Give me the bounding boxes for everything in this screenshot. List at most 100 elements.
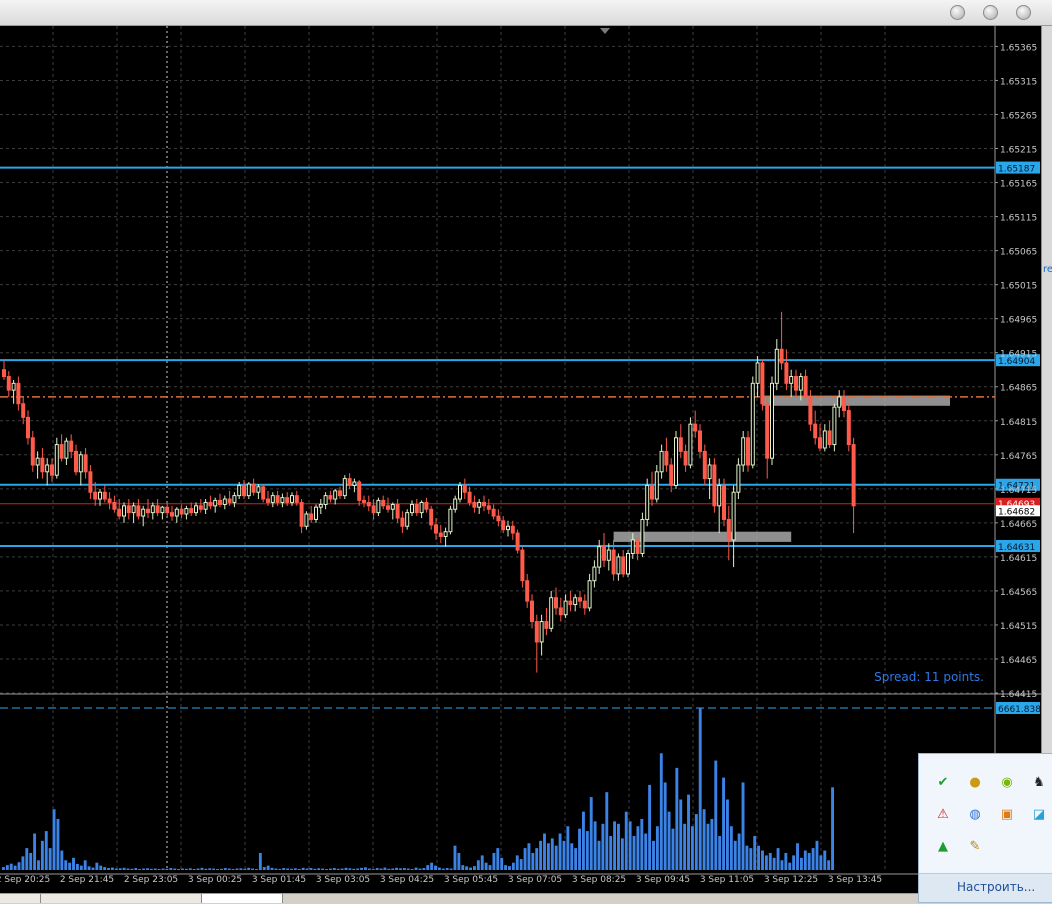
candle-body [242, 484, 246, 497]
candle-body [40, 457, 45, 473]
candle-body [462, 484, 467, 493]
chart-tab[interactable] [41, 894, 202, 903]
volume-bar [784, 852, 788, 870]
volume-bar [243, 868, 247, 870]
volume-bar [72, 857, 75, 870]
candle-body [218, 499, 222, 505]
candle-body [822, 430, 827, 449]
volume-bar [146, 868, 149, 870]
volume-bar [68, 862, 72, 870]
volume-bar [262, 867, 266, 870]
volume-bar [690, 826, 694, 870]
mascot-icon[interactable]: ♞ [1029, 772, 1049, 792]
volume-bar [500, 857, 504, 870]
volume-bar [313, 868, 317, 870]
maximize-button[interactable] [983, 5, 998, 20]
volume-bar [301, 867, 305, 870]
volume-bar [227, 868, 231, 870]
volume-bar [803, 850, 807, 870]
volume-bar [274, 868, 278, 870]
candle-body [352, 481, 357, 486]
candle-body [88, 471, 93, 493]
warning-antivirus-icon[interactable]: ⚠ [933, 804, 953, 824]
price-chart[interactable]: 1.651871.649041.647211.646311.646931.646… [0, 26, 1041, 893]
candle-body [304, 513, 309, 527]
candle-body [376, 499, 381, 514]
candle-body [122, 505, 126, 517]
y-tick-label: 1.64515 [1000, 622, 1037, 632]
volume-bar [823, 850, 827, 870]
volume-bar [480, 855, 484, 870]
candle-body [674, 437, 678, 486]
volume-bar [64, 860, 68, 870]
volume-bar [286, 868, 290, 870]
volume-bar [519, 859, 523, 870]
candle-body [381, 499, 386, 507]
candle-body [458, 484, 462, 500]
candle-body [333, 490, 338, 500]
volume-bar [328, 868, 332, 870]
x-tick-label: 3 Sep 01:45 [252, 875, 306, 885]
candle-body [342, 478, 347, 497]
candle-body [275, 495, 280, 503]
volume-bar [484, 862, 488, 870]
volume-bar [371, 869, 375, 870]
volume-bar [714, 760, 718, 870]
candle-body [626, 552, 630, 575]
close-button[interactable] [1016, 5, 1031, 20]
candle-body [26, 416, 30, 439]
volume-bar [430, 862, 434, 870]
volume-bar [114, 868, 118, 870]
chart-tab[interactable] [0, 894, 41, 903]
volume-bar [9, 863, 13, 870]
candle-body [582, 600, 587, 609]
candle-body [419, 501, 424, 514]
volume-bar [48, 848, 52, 870]
network-globe-icon[interactable]: ◍ [965, 804, 985, 824]
x-tick-label: 3 Sep 00:25 [188, 875, 242, 885]
volume-bar [546, 843, 550, 870]
candle-body [126, 505, 131, 514]
volume-bar [496, 848, 500, 870]
triangle-sync-icon[interactable]: ▲ [933, 836, 953, 856]
x-tick-label: 3 Sep 04:25 [380, 875, 434, 885]
candle-body [371, 505, 376, 514]
shield-check-icon[interactable]: ✔ [933, 772, 953, 792]
tools-keys-icon[interactable]: ✎ [965, 836, 985, 856]
candle-body [851, 444, 856, 507]
volume-bar [476, 860, 480, 870]
chart-tab-active[interactable] [202, 894, 283, 903]
volume-bar [356, 868, 360, 870]
minimize-button[interactable] [950, 5, 965, 20]
candle-body [11, 382, 16, 391]
candle-body [779, 348, 784, 364]
candle-body [664, 450, 669, 466]
volume-bar [554, 845, 558, 870]
candle-body [155, 505, 160, 514]
candle-body [131, 505, 136, 514]
volume-bar [694, 814, 698, 870]
volume-max-label: 6661.838 [998, 705, 1041, 715]
gpu-eye-icon[interactable]: ◉ [997, 772, 1017, 792]
volume-bar [792, 855, 796, 870]
volume-bar [418, 868, 422, 870]
cube-app-icon[interactable]: ◪ [1029, 804, 1049, 824]
tray-configure-link[interactable]: Настроить... [957, 880, 1035, 894]
volume-bar [181, 868, 184, 870]
volume-bar [402, 868, 406, 870]
volume-bar [753, 835, 757, 870]
candle-body [534, 621, 539, 643]
gold-star-badge-icon[interactable]: ● [965, 772, 985, 792]
x-tick-label: 2 Sep 21:45 [60, 875, 114, 885]
candle-body [357, 481, 362, 501]
volume-bar [733, 840, 737, 870]
candle-body [170, 512, 174, 517]
volume-bar [360, 867, 364, 870]
updater-icon[interactable]: ▣ [997, 804, 1017, 824]
candle-body [222, 498, 227, 505]
volume-bar [698, 708, 702, 870]
volume-bar [683, 823, 687, 870]
volume-bar [266, 865, 270, 870]
volume-bar [543, 833, 546, 870]
candle-body [654, 471, 659, 500]
